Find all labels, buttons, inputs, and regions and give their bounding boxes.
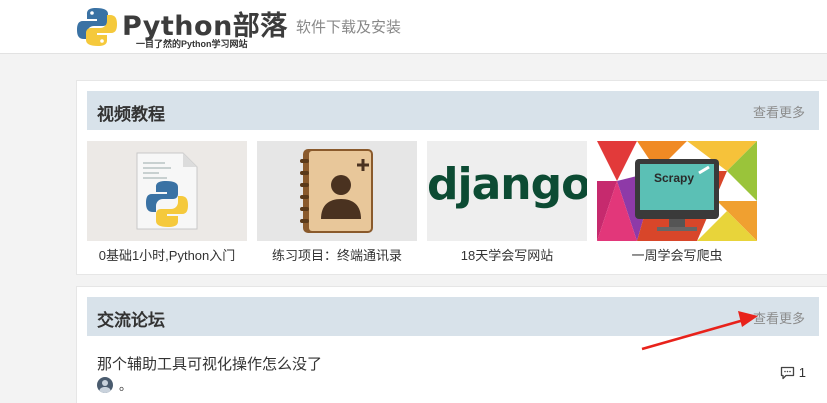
site-logo[interactable]: Python部落 一目了然的Python学习网站 [76,4,287,50]
comment-count-value: 1 [798,365,806,380]
forum-section-title: 交流论坛 [97,311,165,330]
video-section-title: 视频教程 [97,105,165,124]
django-thumbnail[interactable]: django [427,141,587,241]
nav-software-download[interactable]: 软件下载及安装 [296,16,401,37]
address-book-thumbnail[interactable] [257,141,417,241]
avatar[interactable] [97,377,113,393]
forum-post[interactable]: 那个辅助工具可视化操作怎么没了 。 1 [97,353,812,403]
address-book-icon [300,149,373,233]
video-card[interactable]: 0基础1小时,Python入门 [87,141,247,264]
forum-section-header: 交流论坛 查看更多 [87,297,819,336]
forum-post-title[interactable]: 那个辅助工具可视化操作怎么没了 [97,353,322,374]
video-more-link[interactable]: 查看更多 [753,102,805,121]
video-caption[interactable]: 一周学会写爬虫 [597,245,757,264]
top-bar: Python部落 一目了然的Python学习网站 软件下载及安装 [0,0,827,54]
video-caption[interactable]: 练习项目：终端通讯录 [257,245,417,264]
python-logo-icon [77,8,117,46]
video-list: 0基础1小时,Python入门 练习项目：终端通讯录 django 18天学会写… [87,141,787,271]
comment-count[interactable]: 1 [780,365,806,380]
scrapy-screen-text: Scrapy [654,171,695,185]
video-tutorials-panel: 视频教程 查看更多 0基础1小时,Python入门 练习项目：终端通讯录 dja… [76,80,827,275]
scrapy-thumbnail[interactable]: Scrapy [597,141,757,241]
user-avatar-icon [99,380,111,393]
python-file-icon [136,152,198,230]
forum-post-meta: 。 [119,378,133,393]
logo-tagline: 一目了然的Python学习网站 [136,39,248,49]
video-card[interactable]: Scrapy 一周学会写爬虫 [597,141,757,264]
scrapy-monitor-icon [597,141,757,241]
video-caption[interactable]: 18天学会写网站 [427,245,587,264]
video-card[interactable]: django 18天学会写网站 [427,141,587,264]
video-card[interactable]: 练习项目：终端通讯录 [257,141,417,264]
video-caption[interactable]: 0基础1小时,Python入门 [87,245,247,264]
forum-panel: 交流论坛 查看更多 那个辅助工具可视化操作怎么没了 。 1 [76,286,827,403]
django-logo: django [427,159,587,210]
forum-more-link[interactable]: 查看更多 [753,308,805,327]
python-file-thumbnail[interactable] [87,141,247,241]
video-section-header: 视频教程 查看更多 [87,91,819,130]
comment-icon [780,366,794,379]
